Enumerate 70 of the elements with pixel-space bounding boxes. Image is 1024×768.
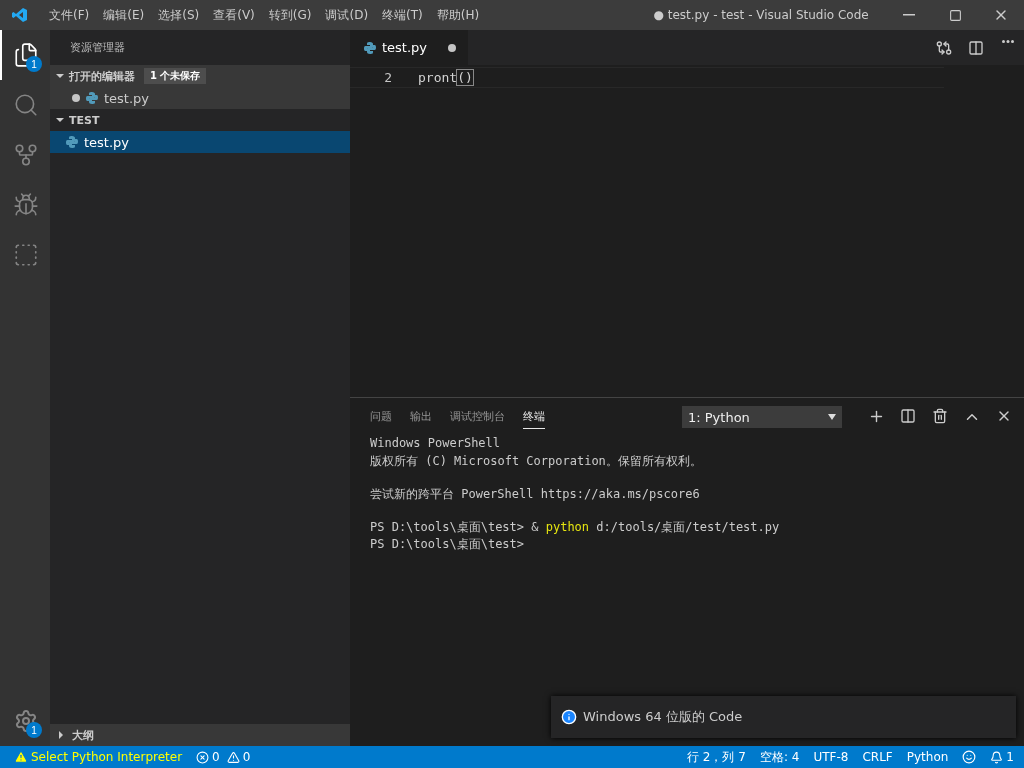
line-number: 2 <box>383 70 393 85</box>
section-header[interactable]: 大纲 <box>50 724 350 746</box>
terminal-line: 尝试新的跨平台 PowerShell https://aka.ms/pscore6 <box>370 486 701 503</box>
app-logo-icon <box>12 7 28 23</box>
menu-item[interactable]: 终端(T) <box>375 6 430 24</box>
terminal-line: 版权所有 (C) Microsoft Corporation。保留所有权利。 <box>370 453 703 470</box>
file-item[interactable]: test.py <box>50 87 350 109</box>
panel-tab[interactable]: 问题 <box>370 405 392 429</box>
unsaved-dot-icon <box>72 94 80 102</box>
menu-item[interactable]: 查看(V) <box>206 6 262 24</box>
python-file-icon <box>86 92 98 104</box>
maximize-icon <box>948 8 962 22</box>
file-name: test.py <box>104 90 150 106</box>
tab-label: test.py <box>382 40 429 55</box>
python-file-icon <box>66 136 78 148</box>
terminal-line: PS D:\tools\桌面\test> & python d:/tools/桌面/test/test.py <box>370 519 781 536</box>
split-icon <box>968 39 984 56</box>
code-text: pront <box>418 70 458 85</box>
status-item[interactable]: Python <box>906 750 949 764</box>
files-icon <box>13 42 39 68</box>
bell-icon <box>990 750 1004 764</box>
menu-item[interactable]: 文件(F) <box>42 6 97 24</box>
editor-tab[interactable]: test.py <box>350 30 468 65</box>
split-icon <box>900 408 916 424</box>
file-item[interactable]: test.py <box>50 131 350 153</box>
sidebar-title: 资源管理器 <box>69 40 126 56</box>
bug-icon <box>13 192 39 218</box>
menu-item[interactable]: 编辑(E) <box>96 6 152 24</box>
panel-tab[interactable]: 终端 <box>523 405 545 429</box>
menu-item[interactable]: 帮助(H) <box>429 6 487 24</box>
terminal-line: Windows PowerShell <box>370 436 502 452</box>
python-file-icon <box>364 41 376 54</box>
settings-button[interactable]: 1 <box>0 696 50 746</box>
gear-icon <box>14 709 38 733</box>
count-badge: 1 <box>26 56 42 72</box>
panel-tab[interactable]: 调试控制台 <box>450 405 505 429</box>
file-name: test.py <box>84 134 130 150</box>
menu-item[interactable]: 选择(S) <box>151 6 207 24</box>
notification-text: Windows 64 位版的 Code <box>583 708 743 726</box>
interpreter-status[interactable]: Select Python Interpreter <box>14 750 183 764</box>
status-item[interactable]: UTF-8 <box>813 750 849 764</box>
feedback-icon[interactable] <box>962 750 977 764</box>
branch-icon <box>13 142 39 168</box>
search-icon <box>13 92 39 118</box>
notifications-status[interactable]: 1 <box>990 750 1014 764</box>
menu-item[interactable]: 转到(G) <box>261 6 319 24</box>
problems-status[interactable]: 0 0 <box>196 750 251 764</box>
smiley-icon <box>962 750 977 764</box>
more-icon <box>1002 39 1014 43</box>
terminal-select[interactable]: 1: Python <box>682 406 842 428</box>
warning-icon <box>226 750 240 764</box>
count-badge: 1 <box>26 722 42 738</box>
error-icon <box>196 750 210 764</box>
section-header[interactable]: 打开的编辑器 1 个未保存 <box>50 65 350 87</box>
trash-icon <box>932 408 948 424</box>
window-title: ● test.py - test - Visual Studio Code <box>652 8 870 22</box>
info-icon <box>561 709 577 725</box>
warning-icon <box>14 750 28 764</box>
menu-item[interactable]: 调试(D) <box>318 6 376 24</box>
status-item[interactable]: 行 2，列 7 <box>687 748 746 766</box>
status-item[interactable]: CRLF <box>862 750 893 764</box>
unsaved-badge: 1 个未保存 <box>144 68 207 84</box>
compare-icon <box>936 39 952 56</box>
dropdown-icon <box>828 414 836 420</box>
extensions-icon <box>13 242 39 268</box>
panel-tab[interactable]: 输出 <box>410 405 432 429</box>
terminal-line: PS D:\tools\桌面\test> <box>370 536 526 553</box>
minimize-icon <box>903 14 915 16</box>
bracket-match: () <box>457 70 473 85</box>
status-item[interactable]: 空格: 4 <box>759 748 800 766</box>
